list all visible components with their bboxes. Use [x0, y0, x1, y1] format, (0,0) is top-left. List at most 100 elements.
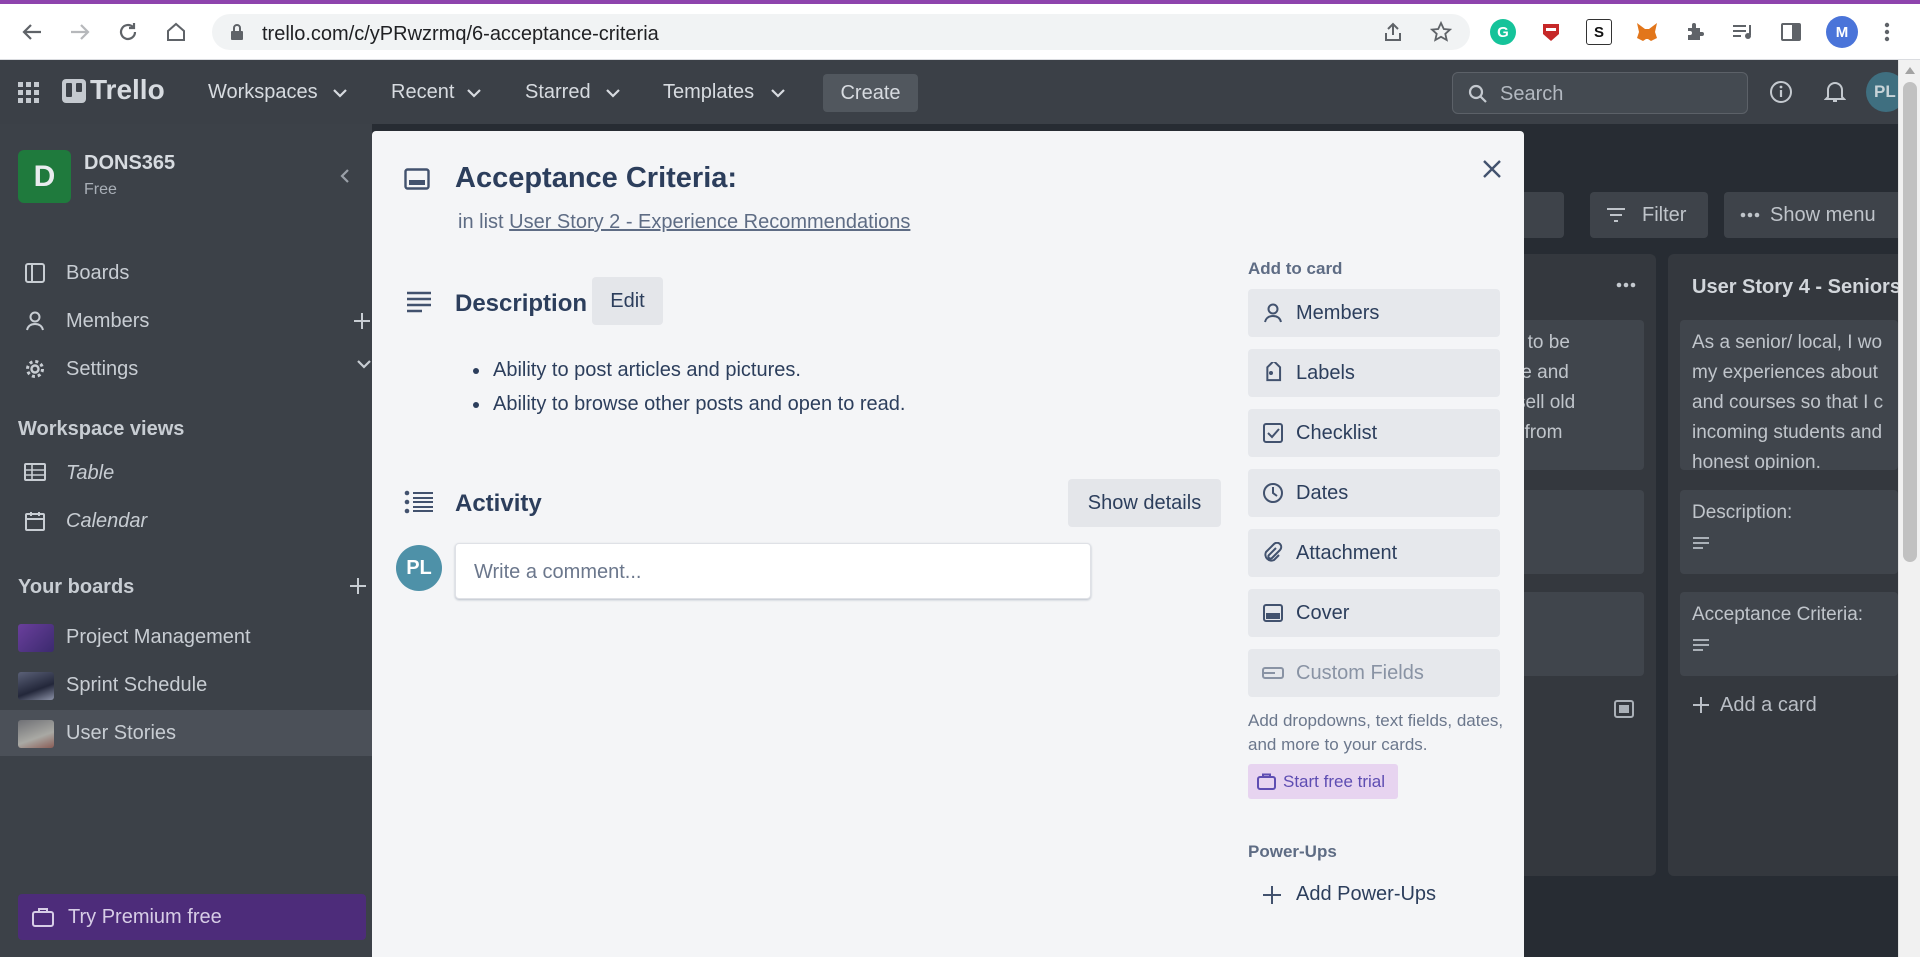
list-title[interactable]: User Story 4 - Seniors	[1692, 276, 1901, 299]
description-list[interactable]: Ability to post articles and pictures. A…	[491, 359, 905, 427]
dates-button[interactable]: Dates	[1248, 469, 1500, 517]
scrollbar-thumb[interactable]	[1903, 82, 1917, 562]
try-premium-button[interactable]: Try Premium free	[18, 894, 366, 940]
sidebar-board-sprint-schedule[interactable]: Sprint Schedule	[0, 662, 372, 708]
card-icon	[404, 168, 430, 190]
sidebar-board-project-management[interactable]: Project Management	[0, 614, 372, 660]
profile-avatar[interactable]: M	[1826, 16, 1858, 48]
close-modal-button[interactable]	[1480, 157, 1504, 181]
workspace-views-heading: Workspace views	[18, 418, 185, 440]
custom-fields-button[interactable]: Custom Fields	[1248, 649, 1500, 697]
sidebar-item-label: User Stories	[66, 722, 177, 744]
workspace-name[interactable]: DONS365	[84, 152, 175, 175]
reading-list-icon[interactable]	[1730, 19, 1756, 45]
list-card[interactable]: Description:	[1680, 490, 1898, 574]
add-to-card-heading: Add to card	[1248, 259, 1343, 278]
more-horizontal-icon[interactable]	[1616, 282, 1636, 288]
sidebar-item-settings[interactable]: Settings	[0, 346, 372, 392]
sidebar-item-table[interactable]: Table	[0, 450, 372, 496]
collapse-sidebar-icon[interactable]	[340, 168, 350, 184]
chevron-down-icon	[466, 88, 482, 98]
members-button[interactable]: Members	[1248, 289, 1500, 337]
forward-button[interactable]	[66, 18, 94, 46]
home-button[interactable]	[162, 18, 190, 46]
labels-button[interactable]: Labels	[1248, 349, 1500, 397]
home-icon	[167, 22, 185, 41]
trello-logo-icon[interactable]	[62, 79, 86, 103]
board-icon	[24, 262, 46, 284]
commenter-avatar[interactable]: PL	[396, 545, 442, 591]
nav-workspaces[interactable]: Workspaces	[208, 81, 318, 104]
board-thumbnail	[18, 624, 54, 652]
description-icon	[1692, 638, 1898, 652]
back-button[interactable]	[18, 18, 46, 46]
cover-button[interactable]: Cover	[1248, 589, 1500, 637]
create-button[interactable]: Create	[823, 74, 918, 112]
comment-input[interactable]: Write a comment...	[455, 543, 1091, 599]
lock-icon	[230, 24, 244, 40]
browser-menu-icon[interactable]	[1874, 19, 1900, 45]
bell-icon[interactable]	[1824, 80, 1846, 104]
metamask-icon[interactable]	[1634, 19, 1660, 45]
sidebar-board-user-stories[interactable]: User Stories	[0, 710, 372, 756]
your-boards-heading: Your boards	[18, 576, 135, 598]
chevron-down-icon[interactable]	[356, 359, 372, 369]
reload-button[interactable]	[114, 18, 142, 46]
add-power-ups-button[interactable]: Add Power-Ups	[1248, 873, 1500, 917]
briefcase-icon	[32, 907, 54, 927]
board-thumbnail	[18, 720, 54, 748]
back-arrow-icon	[22, 24, 41, 40]
card-template-icon[interactable]	[1614, 700, 1634, 718]
action-label: Cover	[1296, 602, 1350, 624]
list-name-link[interactable]: User Story 2 - Experience Recommendation…	[509, 211, 910, 233]
extensions-puzzle-icon[interactable]	[1682, 19, 1708, 45]
paperclip-icon	[1262, 542, 1284, 564]
try-premium-label: Try Premium free	[68, 906, 222, 928]
s-extension-icon[interactable]: S	[1586, 19, 1612, 45]
nav-templates[interactable]: Templates	[663, 81, 754, 104]
share-icon[interactable]	[1382, 21, 1404, 43]
edit-description-button[interactable]: Edit	[592, 277, 663, 325]
start-free-trial-button[interactable]: Start free trial	[1248, 764, 1398, 799]
list-card[interactable]: Acceptance Criteria:	[1680, 592, 1898, 676]
comment-placeholder: Write a comment...	[474, 561, 642, 583]
app-switcher-icon[interactable]	[18, 82, 40, 104]
forward-arrow-icon	[71, 24, 90, 40]
reload-icon	[119, 23, 137, 41]
nav-recent[interactable]: Recent	[391, 81, 454, 104]
checklist-button[interactable]: Checklist	[1248, 409, 1500, 457]
plus-icon[interactable]	[352, 311, 372, 331]
ublock-icon[interactable]	[1538, 19, 1564, 45]
trello-logo-text[interactable]: Trello	[90, 74, 165, 106]
sidebar-item-label: Settings	[66, 358, 139, 380]
info-icon[interactable]	[1769, 80, 1793, 104]
page-scrollbar[interactable]	[1898, 60, 1920, 957]
scroll-up-arrow-icon[interactable]	[1905, 66, 1915, 74]
address-bar[interactable]: trello.com/c/yPRwzrmq/6-acceptance-crite…	[212, 14, 1470, 50]
search-input[interactable]: Search	[1452, 72, 1748, 114]
sidebar-item-label: Calendar	[66, 510, 148, 532]
app-header: Trello Workspaces Recent Starred Templat…	[0, 60, 1906, 124]
list-card[interactable]: As a senior/ local, I wo my experiences …	[1680, 320, 1898, 470]
card-text-line: honest opinion.	[1692, 452, 1821, 470]
sidebar-item-members[interactable]: Members	[0, 298, 372, 344]
nav-starred[interactable]: Starred	[525, 81, 591, 104]
start-free-trial-label: Start free trial	[1283, 772, 1386, 791]
attachment-button[interactable]: Attachment	[1248, 529, 1500, 577]
search-icon	[1468, 84, 1488, 104]
description-item: Ability to browse other posts and open t…	[491, 393, 905, 416]
plus-icon[interactable]	[348, 576, 368, 596]
side-panel-icon[interactable]	[1778, 19, 1804, 45]
show-menu-button[interactable]: Show menu	[1724, 192, 1898, 238]
grammarly-icon[interactable]: G	[1490, 19, 1516, 45]
bookmark-star-icon[interactable]	[1430, 21, 1452, 43]
sidebar-item-calendar[interactable]: Calendar	[0, 498, 372, 544]
show-details-button[interactable]: Show details	[1068, 479, 1221, 527]
card-title[interactable]: Acceptance Criteria:	[455, 162, 737, 195]
action-label: Custom Fields	[1296, 662, 1424, 684]
sidebar-item-boards[interactable]: Boards	[0, 250, 372, 296]
card-text-line: my experiences about	[1692, 362, 1878, 383]
search-placeholder: Search	[1500, 83, 1564, 105]
workspace-sidebar: D DONS365 Free Boards Members Settings W…	[0, 124, 372, 957]
filter-button[interactable]: Filter	[1590, 192, 1708, 238]
